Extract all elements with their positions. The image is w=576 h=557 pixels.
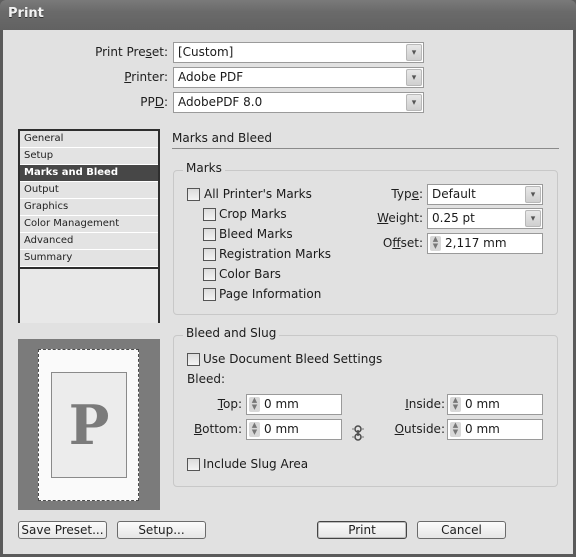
printer-label: Printer:	[124, 70, 168, 84]
cancel-button[interactable]: Cancel	[417, 521, 506, 539]
section-divider	[172, 148, 559, 149]
top-value[interactable]: 0 mm	[264, 397, 299, 411]
weight-label: Weight:	[377, 211, 423, 225]
inside-spinner[interactable]: ▲ ▼ 0 mm	[447, 394, 543, 415]
type-label: Type:	[391, 187, 423, 201]
save-preset-button[interactable]: Save Preset...	[18, 521, 107, 539]
sidebar-item-graphics[interactable]: Graphics	[20, 199, 158, 216]
chain-link-icon[interactable]	[352, 425, 364, 441]
outside-label: Outside:	[394, 422, 445, 436]
preview-letter: P	[68, 393, 110, 457]
ppd-label: PPD:	[140, 95, 168, 109]
print-preset-value: [Custom]	[178, 45, 234, 59]
chevron-down-icon[interactable]: ▾	[406, 94, 422, 111]
bleed-marks-checkbox[interactable]	[203, 228, 216, 241]
outside-value[interactable]: 0 mm	[465, 422, 500, 436]
sidebar-item-setup[interactable]: Setup	[20, 148, 158, 165]
ppd-select[interactable]: AdobePDF 8.0 ▾	[173, 92, 424, 113]
color-bars-checkbox[interactable]	[203, 268, 216, 281]
all-printers-marks-label[interactable]: All Printer's Marks	[204, 187, 312, 201]
sidebar-item-color-management[interactable]: Color Management	[20, 216, 158, 233]
spin-arrows-icon[interactable]: ▲ ▼	[249, 422, 260, 437]
spin-arrows-icon[interactable]: ▲ ▼	[430, 236, 441, 251]
use-document-bleed-label[interactable]: Use Document Bleed Settings	[203, 352, 382, 366]
all-printers-marks-checkbox[interactable]	[187, 188, 200, 201]
preview-page: P	[38, 349, 139, 501]
inside-value[interactable]: 0 mm	[465, 397, 500, 411]
bottom-label: Bottom:	[193, 422, 242, 436]
bleed-label: Bleed:	[187, 372, 225, 386]
type-select[interactable]: Default ▾	[427, 184, 543, 205]
printer-select[interactable]: Adobe PDF ▾	[173, 67, 424, 88]
color-bars-label[interactable]: Color Bars	[219, 267, 281, 281]
spin-arrows-icon[interactable]: ▲ ▼	[450, 397, 461, 412]
sidebar-item-marks-and-bleed[interactable]: Marks and Bleed	[20, 165, 158, 182]
list-empty-area	[20, 267, 158, 323]
registration-marks-label[interactable]: Registration Marks	[219, 247, 331, 261]
printer-value: Adobe PDF	[178, 70, 244, 84]
weight-select[interactable]: 0.25 pt ▾	[427, 208, 543, 229]
include-slug-label[interactable]: Include Slug Area	[203, 457, 308, 471]
setup-button[interactable]: Setup...	[117, 521, 206, 539]
inside-label: Inside:	[405, 397, 445, 411]
top-spinner[interactable]: ▲ ▼ 0 mm	[246, 394, 342, 415]
offset-spinner[interactable]: ▲ ▼ 2,117 mm	[427, 233, 543, 254]
sidebar-item-output[interactable]: Output	[20, 182, 158, 199]
section-title: Marks and Bleed	[172, 131, 272, 145]
ppd-value: AdobePDF 8.0	[178, 95, 263, 109]
registration-marks-checkbox[interactable]	[203, 248, 216, 261]
print-dialog: Print Print Preset: [Custom] ▾ Printer: …	[0, 0, 576, 557]
sidebar-item-summary[interactable]: Summary	[20, 250, 158, 267]
spin-arrows-icon[interactable]: ▲ ▼	[249, 397, 260, 412]
category-list[interactable]: General Setup Marks and Bleed Output Gra…	[18, 129, 160, 323]
bottom-value[interactable]: 0 mm	[264, 422, 299, 436]
page-information-label[interactable]: Page Information	[219, 287, 321, 301]
chevron-down-icon[interactable]: ▾	[525, 186, 541, 203]
bottom-spinner[interactable]: ▲ ▼ 0 mm	[246, 419, 342, 440]
bleed-marks-label[interactable]: Bleed Marks	[219, 227, 293, 241]
top-label: Top:	[217, 397, 242, 411]
crop-marks-label[interactable]: Crop Marks	[219, 207, 287, 221]
spin-arrows-icon[interactable]: ▲ ▼	[450, 422, 461, 437]
dialog-body: Print Preset: [Custom] ▾ Printer: Adobe …	[3, 30, 573, 554]
offset-value[interactable]: 2,117 mm	[445, 236, 507, 250]
page-information-checkbox[interactable]	[203, 288, 216, 301]
print-preset-select[interactable]: [Custom] ▾	[173, 42, 424, 63]
title-bar[interactable]: Print	[0, 0, 576, 30]
preview-content-area: P	[51, 372, 127, 478]
print-button[interactable]: Print	[317, 521, 407, 539]
sidebar-item-advanced[interactable]: Advanced	[20, 233, 158, 250]
print-preset-label: Print Preset:	[95, 45, 168, 59]
chevron-down-icon[interactable]: ▾	[525, 210, 541, 227]
use-document-bleed-checkbox[interactable]	[187, 353, 200, 366]
include-slug-checkbox[interactable]	[187, 458, 200, 471]
chevron-down-icon[interactable]: ▾	[406, 69, 422, 86]
window-title: Print	[8, 6, 44, 21]
marks-group-title: Marks	[183, 161, 225, 175]
bleed-slug-group-title: Bleed and Slug	[183, 326, 280, 340]
type-value: Default	[432, 187, 476, 201]
outside-spinner[interactable]: ▲ ▼ 0 mm	[447, 419, 543, 440]
chevron-down-icon[interactable]: ▾	[406, 44, 422, 61]
crop-marks-checkbox[interactable]	[203, 208, 216, 221]
weight-value: 0.25 pt	[432, 211, 475, 225]
offset-label: Offset:	[382, 236, 423, 250]
page-preview: P	[18, 339, 160, 510]
sidebar-item-general[interactable]: General	[20, 131, 158, 148]
